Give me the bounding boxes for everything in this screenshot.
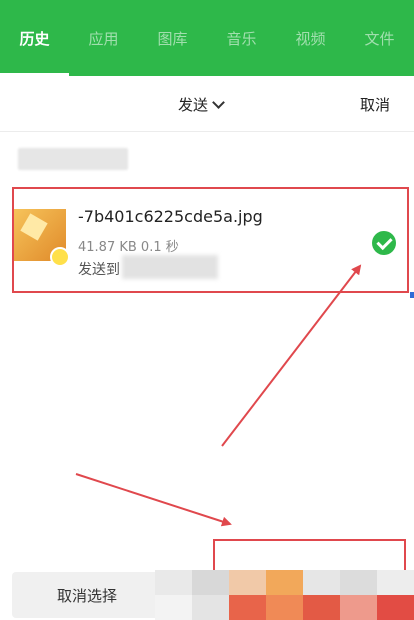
- tab-gallery[interactable]: 图库: [138, 0, 207, 76]
- tab-apps[interactable]: 应用: [69, 0, 138, 76]
- send-button-redacted[interactable]: [155, 570, 414, 620]
- file-meta: 41.87 KB 0.1 秒: [78, 240, 179, 255]
- cancel-button[interactable]: 取消: [360, 94, 390, 115]
- cancel-selection-button[interactable]: 取消选择: [12, 572, 162, 618]
- page: 历史 应用 图库 音乐 视频 文件 发送 取消 -7b401c6225cde5a…: [0, 0, 414, 620]
- selected-check-icon[interactable]: [372, 231, 396, 255]
- send-filter-label: 发送: [178, 95, 209, 114]
- tab-history[interactable]: 历史: [0, 0, 69, 76]
- send-target-redacted: [122, 255, 218, 279]
- file-send-target: 发送到: [78, 262, 120, 278]
- chevron-down-icon: [212, 95, 225, 109]
- file-name: -7b401c6225cde5a.jpg: [78, 207, 263, 226]
- history-header: 发送 取消: [0, 76, 414, 132]
- top-tab-bar: 历史 应用 图库 音乐 视频 文件: [0, 0, 414, 76]
- scroll-edge-marker: [410, 292, 414, 298]
- arrow-to-item: [221, 264, 362, 447]
- tab-video[interactable]: 视频: [276, 0, 345, 76]
- bottom-action-bar: 取消选择: [0, 570, 414, 620]
- tab-files[interactable]: 文件: [345, 0, 414, 76]
- tab-music[interactable]: 音乐: [207, 0, 276, 76]
- status-dot-icon: [50, 247, 70, 267]
- file-list-item[interactable]: -7b401c6225cde5a.jpg 41.87 KB 0.1 秒 发送到: [12, 187, 409, 293]
- arrow-to-box: [75, 473, 232, 527]
- group-date-redacted: [18, 148, 128, 170]
- send-filter-dropdown[interactable]: 发送: [178, 93, 225, 115]
